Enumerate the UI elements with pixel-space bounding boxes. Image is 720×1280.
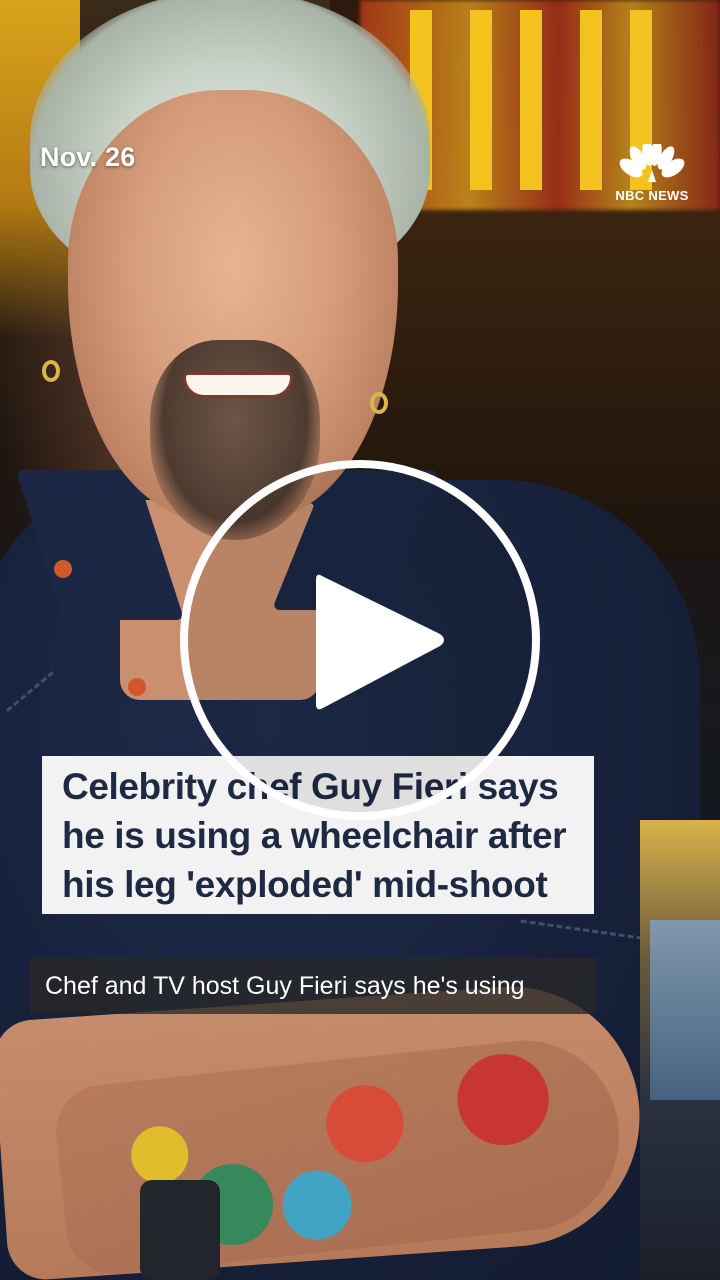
nbc-news-logo: NBC NEWS [612,144,692,206]
headline-line: he is using a wheelchair after [62,815,567,856]
wristwatch [140,1180,220,1280]
earring [42,360,60,382]
shirt-button [54,560,72,578]
headline-line: his leg 'exploded' mid-shoot [62,864,548,905]
caption-text: Chef and TV host Guy Fieri says he's usi… [45,971,525,1000]
background-counter-panel [650,920,720,1100]
date-label: Nov. 26 [40,142,136,172]
play-icon [316,574,444,710]
shirt-button [128,678,146,696]
peacock-icon [619,144,685,182]
earring [370,392,388,414]
play-button[interactable] [180,460,540,820]
person-smile [183,372,293,398]
video-player[interactable]: Nov. 26 NBC NEWS Celebrity chef Guy Fier… [0,0,720,1280]
caption-bar: Chef and TV host Guy Fieri says he's usi… [30,958,596,1014]
brand-name: NBC NEWS [615,188,689,203]
